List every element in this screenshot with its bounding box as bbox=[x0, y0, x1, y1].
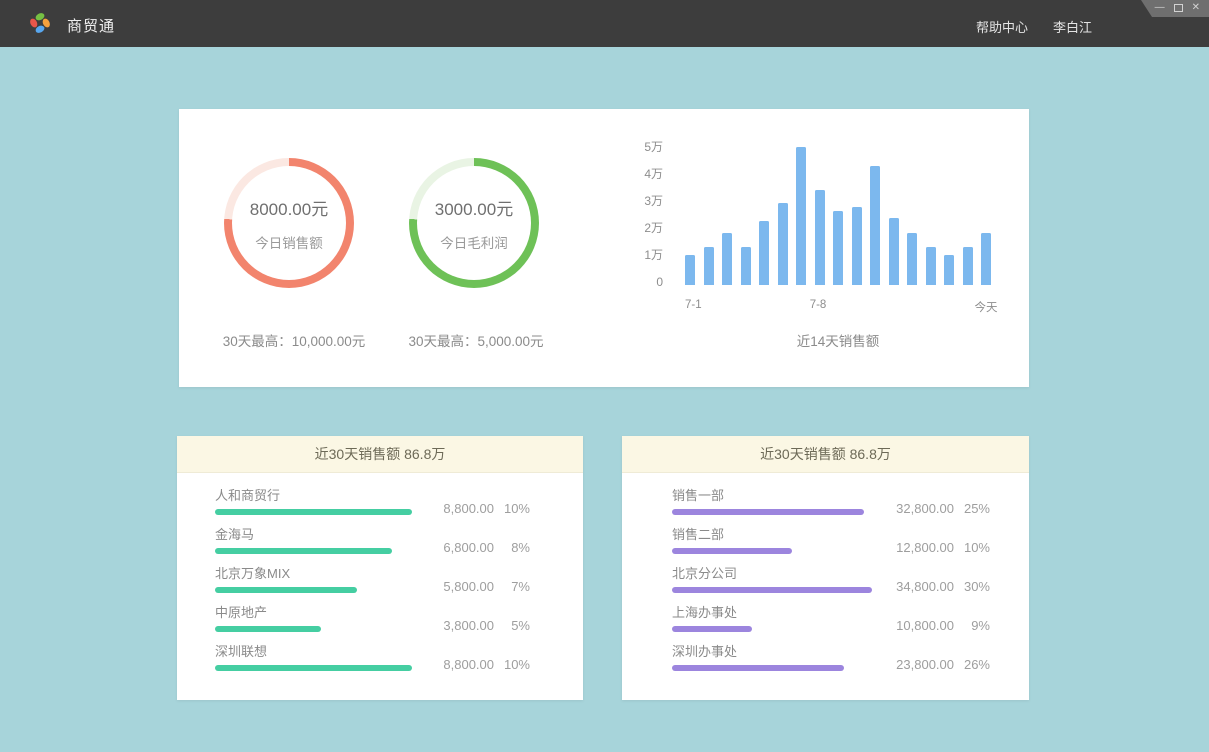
today-profit-value: 3000.00元 bbox=[435, 195, 513, 220]
rank-item-bar bbox=[215, 665, 412, 671]
today-profit-donut: 3000.00元 今日毛利润 bbox=[409, 158, 539, 288]
rank-item-label: 深圳办事处 bbox=[672, 644, 874, 659]
rank-item-label: 人和商贸行 bbox=[215, 488, 414, 503]
rank-item-bar bbox=[215, 626, 321, 632]
rank-item: 北京分公司34,800.0030% bbox=[672, 566, 990, 593]
sales-bar bbox=[852, 207, 862, 285]
sales-bar bbox=[944, 255, 954, 285]
rank-item-values: 3,800.005% bbox=[414, 619, 530, 632]
y-tick-label: 3万 bbox=[644, 193, 663, 209]
y-tick-label: 5万 bbox=[644, 139, 663, 155]
sales-bar bbox=[778, 203, 788, 285]
rank-item: 销售一部32,800.0025% bbox=[672, 488, 990, 515]
rank-item-label: 上海办事处 bbox=[672, 605, 874, 620]
rank-item: 销售二部12,800.0010% bbox=[672, 527, 990, 554]
bar-chart-plot-area bbox=[685, 140, 991, 285]
sales-bar bbox=[796, 147, 806, 285]
sales-bar bbox=[907, 233, 917, 285]
overview-card: 8000.00元 今日销售额 30天最高：10,000.00元 3000.00元… bbox=[179, 109, 1029, 387]
rank-item-bar bbox=[672, 548, 792, 554]
customer-rank-title: 近30天销售额 86.8万 bbox=[177, 436, 583, 473]
rank-item: 深圳办事处23,800.0026% bbox=[672, 644, 990, 671]
x-tick-first: 7-1 bbox=[685, 299, 702, 311]
rank-item: 北京万象MIX5,800.007% bbox=[215, 566, 530, 593]
sales-bar bbox=[759, 221, 769, 285]
rank-item-values: 6,800.008% bbox=[414, 541, 530, 554]
rank-item-values: 8,800.0010% bbox=[414, 658, 530, 671]
y-tick-label: 4万 bbox=[644, 166, 663, 182]
rank-item-label: 深圳联想 bbox=[215, 644, 414, 659]
x-tick-today: 今天 bbox=[975, 299, 998, 315]
rank-item: 深圳联想8,800.0010% bbox=[215, 644, 530, 671]
customer-rank-list: 人和商贸行8,800.0010%金海马6,800.008%北京万象MIX5,80… bbox=[177, 473, 583, 671]
sales-bar bbox=[685, 255, 695, 285]
rank-item-label: 北京万象MIX bbox=[215, 566, 414, 581]
rank-item: 人和商贸行8,800.0010% bbox=[215, 488, 530, 515]
user-menu[interactable]: 李白江 bbox=[1053, 17, 1092, 36]
sales-bar bbox=[741, 247, 751, 285]
x-tick-middle: 7-8 bbox=[810, 299, 827, 311]
rank-item-bar bbox=[672, 665, 844, 671]
maximize-icon[interactable] bbox=[1174, 4, 1183, 12]
today-profit-label: 今日毛利润 bbox=[440, 232, 508, 252]
sales-bar bbox=[815, 190, 825, 285]
sales-bar bbox=[926, 247, 936, 285]
sales-bar bbox=[889, 218, 899, 285]
rank-item-values: 5,800.007% bbox=[414, 580, 530, 593]
sales-bar bbox=[870, 166, 880, 285]
rank-item-label: 金海马 bbox=[215, 527, 414, 542]
sales-bar bbox=[704, 247, 714, 285]
rank-item-bar bbox=[672, 626, 752, 632]
y-tick-label: 0 bbox=[656, 274, 663, 290]
rank-item-bar bbox=[672, 509, 864, 515]
rank-item-label: 北京分公司 bbox=[672, 566, 874, 581]
rank-item-values: 23,800.0026% bbox=[874, 658, 990, 671]
rank-item-label: 销售二部 bbox=[672, 527, 874, 542]
help-center-link[interactable]: 帮助中心 bbox=[976, 17, 1028, 36]
sales-bar bbox=[722, 233, 732, 285]
bar-chart-y-axis: 5万 4万 3万 2万 1万 0 bbox=[615, 139, 663, 290]
rank-item: 金海马6,800.008% bbox=[215, 527, 530, 554]
rank-item-values: 8,800.0010% bbox=[414, 502, 530, 515]
profit-30day-max-caption: 30天最高：5,000.00元 bbox=[361, 330, 591, 350]
rank-item-label: 中原地产 bbox=[215, 605, 414, 620]
rank-item-values: 10,800.009% bbox=[874, 619, 990, 632]
rank-item: 上海办事处10,800.009% bbox=[672, 605, 990, 632]
rank-item-bar bbox=[215, 548, 392, 554]
rank-item-values: 12,800.0010% bbox=[874, 541, 990, 554]
rank-item: 中原地产3,800.005% bbox=[215, 605, 530, 632]
dept-rank-list: 销售一部32,800.0025%销售二部12,800.0010%北京分公司34,… bbox=[622, 473, 1029, 671]
window-controls: — ✕ bbox=[1141, 0, 1209, 17]
sales-bar bbox=[981, 233, 991, 285]
rank-item-values: 34,800.0030% bbox=[874, 580, 990, 593]
sales-bar bbox=[963, 247, 973, 285]
rank-item-label: 销售一部 bbox=[672, 488, 874, 503]
customer-rank-card: 近30天销售额 86.8万 人和商贸行8,800.0010%金海马6,800.0… bbox=[177, 436, 583, 700]
minimize-icon[interactable]: — bbox=[1155, 3, 1165, 13]
dept-rank-card: 近30天销售额 86.8万 销售一部32,800.0025%销售二部12,800… bbox=[622, 436, 1029, 700]
dept-rank-title: 近30天销售额 86.8万 bbox=[622, 436, 1029, 473]
today-sales-value: 8000.00元 bbox=[250, 195, 328, 220]
app-logo-pinwheel-icon bbox=[27, 10, 53, 36]
rank-item-bar bbox=[215, 509, 412, 515]
y-tick-label: 1万 bbox=[644, 247, 663, 263]
app-title: 商贸通 bbox=[67, 15, 115, 36]
rank-item-bar bbox=[215, 587, 357, 593]
sales-bar bbox=[833, 211, 843, 285]
rank-item-values: 32,800.0025% bbox=[874, 502, 990, 515]
titlebar: 商贸通 帮助中心 李白江 — ✕ bbox=[0, 0, 1209, 47]
close-icon[interactable]: ✕ bbox=[1192, 3, 1200, 13]
today-sales-donut: 8000.00元 今日销售额 bbox=[224, 158, 354, 288]
today-sales-label: 今日销售额 bbox=[255, 232, 323, 252]
bar-chart-title: 近14天销售额 bbox=[685, 330, 991, 350]
y-tick-label: 2万 bbox=[644, 220, 663, 236]
rank-item-bar bbox=[672, 587, 872, 593]
